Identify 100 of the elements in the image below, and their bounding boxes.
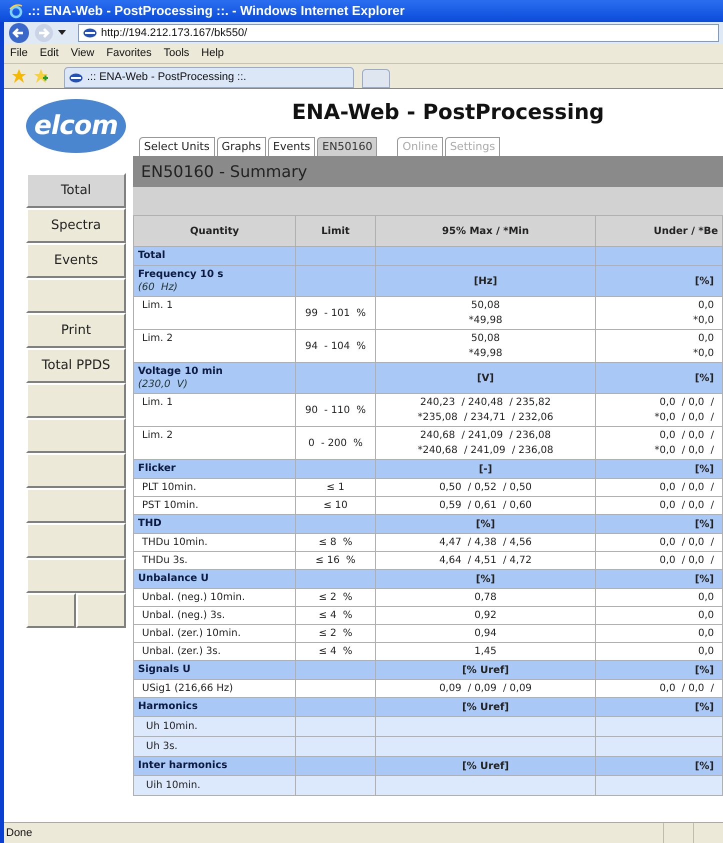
section-note: (230,0 V) [138,379,189,391]
row-label: PLT 10min. [142,482,196,493]
section-title: Harmonics [138,700,199,714]
window-title: .:: ENA-Web - PostProcessing ::. - Windows Internet Explorer [28,2,405,20]
unit-label: [V] [477,372,494,384]
page-heading: ENA-Web - PostProcessing [290,99,606,125]
limit-value: ≤ 10 [323,500,348,511]
sidebar-button[interactable] [26,383,126,418]
limit-value: ≤ 4 % [318,646,352,657]
menu-item[interactable]: Help [201,45,224,62]
unit-label: [-] [478,464,492,474]
limit-value: ≤ 4 % [318,610,352,621]
unit-label: [Hz] [474,276,498,286]
under-value: 0,0 [697,609,714,623]
limit-value: ≤ 2 % [318,628,352,639]
under-value: 0,0 *0,0 [692,332,714,361]
max-min-value: 50,08 *49,98 [468,299,504,328]
unit-label: [%] [694,372,714,384]
menu-item[interactable]: Tools [164,45,190,62]
under-value: 0,0 / 0,0 / [658,554,714,568]
limit-value: 94 - 104 % [305,340,366,352]
menu-item[interactable]: File [10,45,28,62]
row-label: PST 10min. [142,500,198,511]
add-star-icon[interactable] [34,69,48,83]
max-min-value: 0,78 [473,591,498,605]
menu-item[interactable]: Favorites [106,45,152,62]
panel-title: EN50160 - Summary [141,160,308,182]
star-icon[interactable] [12,69,26,83]
section-title: Voltage 10 min [138,365,224,379]
tab[interactable]: Events [268,137,316,156]
sidebar-button[interactable] [76,593,126,628]
under-value: 0,0 / 0,0 / [658,499,714,513]
globe-icon [83,28,97,38]
sidebar-button[interactable]: Events [26,243,126,278]
browser-logo-icon [8,3,24,19]
unit-label: [% Uref] [462,702,509,712]
row-label: Lim. 1 [142,300,173,311]
unit-label: [%] [476,574,496,584]
under-value: 0,0 / 0,0 / [658,536,714,550]
unit-label: [%] [694,760,714,772]
under-value: 0,0 / 0,0 / *0,0 / 0,0 / [654,396,714,425]
row-label: Unbal. (zer.) 10min. [142,628,241,639]
unit-label: [%] [476,518,496,530]
max-min-value: 240,23 / 240,48 / 235,82 *235,08 / 234,71 / 232,06 [416,396,554,425]
column-header: Quantity [190,226,239,236]
back-icon[interactable] [8,22,30,44]
unit-label: [%] [694,702,714,712]
max-min-value: 0,59 / 0,61 / 0,60 [438,499,533,513]
tab[interactable]: Graphs [216,137,266,156]
limit-value: ≤ 16 % [315,555,356,566]
sidebar-button[interactable] [26,418,126,453]
sidebar-button[interactable] [26,453,126,488]
under-value: 0,0 *0,0 [692,299,714,328]
sidebar-button[interactable] [26,278,126,313]
sidebar-button[interactable]: Print [26,313,126,348]
row-label: Unbal. (neg.) 10min. [142,592,246,603]
column-header: 95% Max / *Min [442,226,529,236]
column-header: Under / *Be [654,226,718,236]
row-label: THDu 10min. [142,537,208,548]
max-min-value: 4,47 / 4,38 / 4,56 [438,536,533,550]
sidebar-button[interactable] [26,558,126,593]
max-min-value: 1,45 [473,645,498,659]
sidebar-button[interactable] [26,488,126,523]
sidebar-button[interactable]: Total PPDS [26,348,126,383]
max-min-value: 4,64 / 4,51 / 4,72 [438,554,533,568]
limit-value: ≤ 1 [326,482,344,493]
sidebar-button[interactable] [26,523,126,558]
under-value: 0,0 [697,591,714,605]
limit-value: 0 - 200 % [308,438,363,448]
browser-tab[interactable]: .:: ENA-Web - PostProcessing ::. [64,67,354,88]
address-field[interactable]: http://194.212.173.167/bk550/ [78,24,719,42]
unit-label: [%] [694,664,714,676]
section-note: (60 Hz) [138,282,179,294]
row-label: Unbal. (neg.) 3s. [142,610,226,621]
sidebar-button[interactable]: Total [26,173,126,208]
row-label: Lim. 1 [142,397,173,408]
unit-label: [% Uref] [462,664,509,676]
max-min-value: 0,50 / 0,52 / 0,50 [438,481,533,495]
sidebar-button[interactable] [26,593,76,628]
dropdown-icon[interactable] [58,30,66,36]
max-min-value: 0,94 [473,627,498,641]
max-min-value: 50,08 *49,98 [468,332,504,361]
sidebar-button[interactable]: Spectra [26,208,126,243]
status-text: Done [5,826,34,841]
tab[interactable]: Select Units [139,137,215,156]
section-title: THD [138,517,162,531]
max-min-value: 240,68 / 241,09 / 236,08 *240,68 / 241,09 / 236,08 [416,429,554,458]
menu-item[interactable]: Edit [40,45,59,62]
unit-label: [% Uref] [462,760,509,772]
under-value: 0,0 [697,645,714,659]
menu-item[interactable]: View [70,45,94,62]
row-label: THDu 3s. [142,555,188,566]
unit-label: [%] [694,276,714,286]
row-label: Uh 3s. [146,741,178,752]
max-min-value: 0,09 / 0,09 / 0,09 [438,682,533,696]
row-label: Uih 10min. [146,780,200,791]
tab[interactable]: EN50160 [317,137,378,156]
column-header: Limit [321,226,350,236]
limit-value: 99 - 101 % [305,308,366,318]
unit-label: [%] [694,518,714,530]
